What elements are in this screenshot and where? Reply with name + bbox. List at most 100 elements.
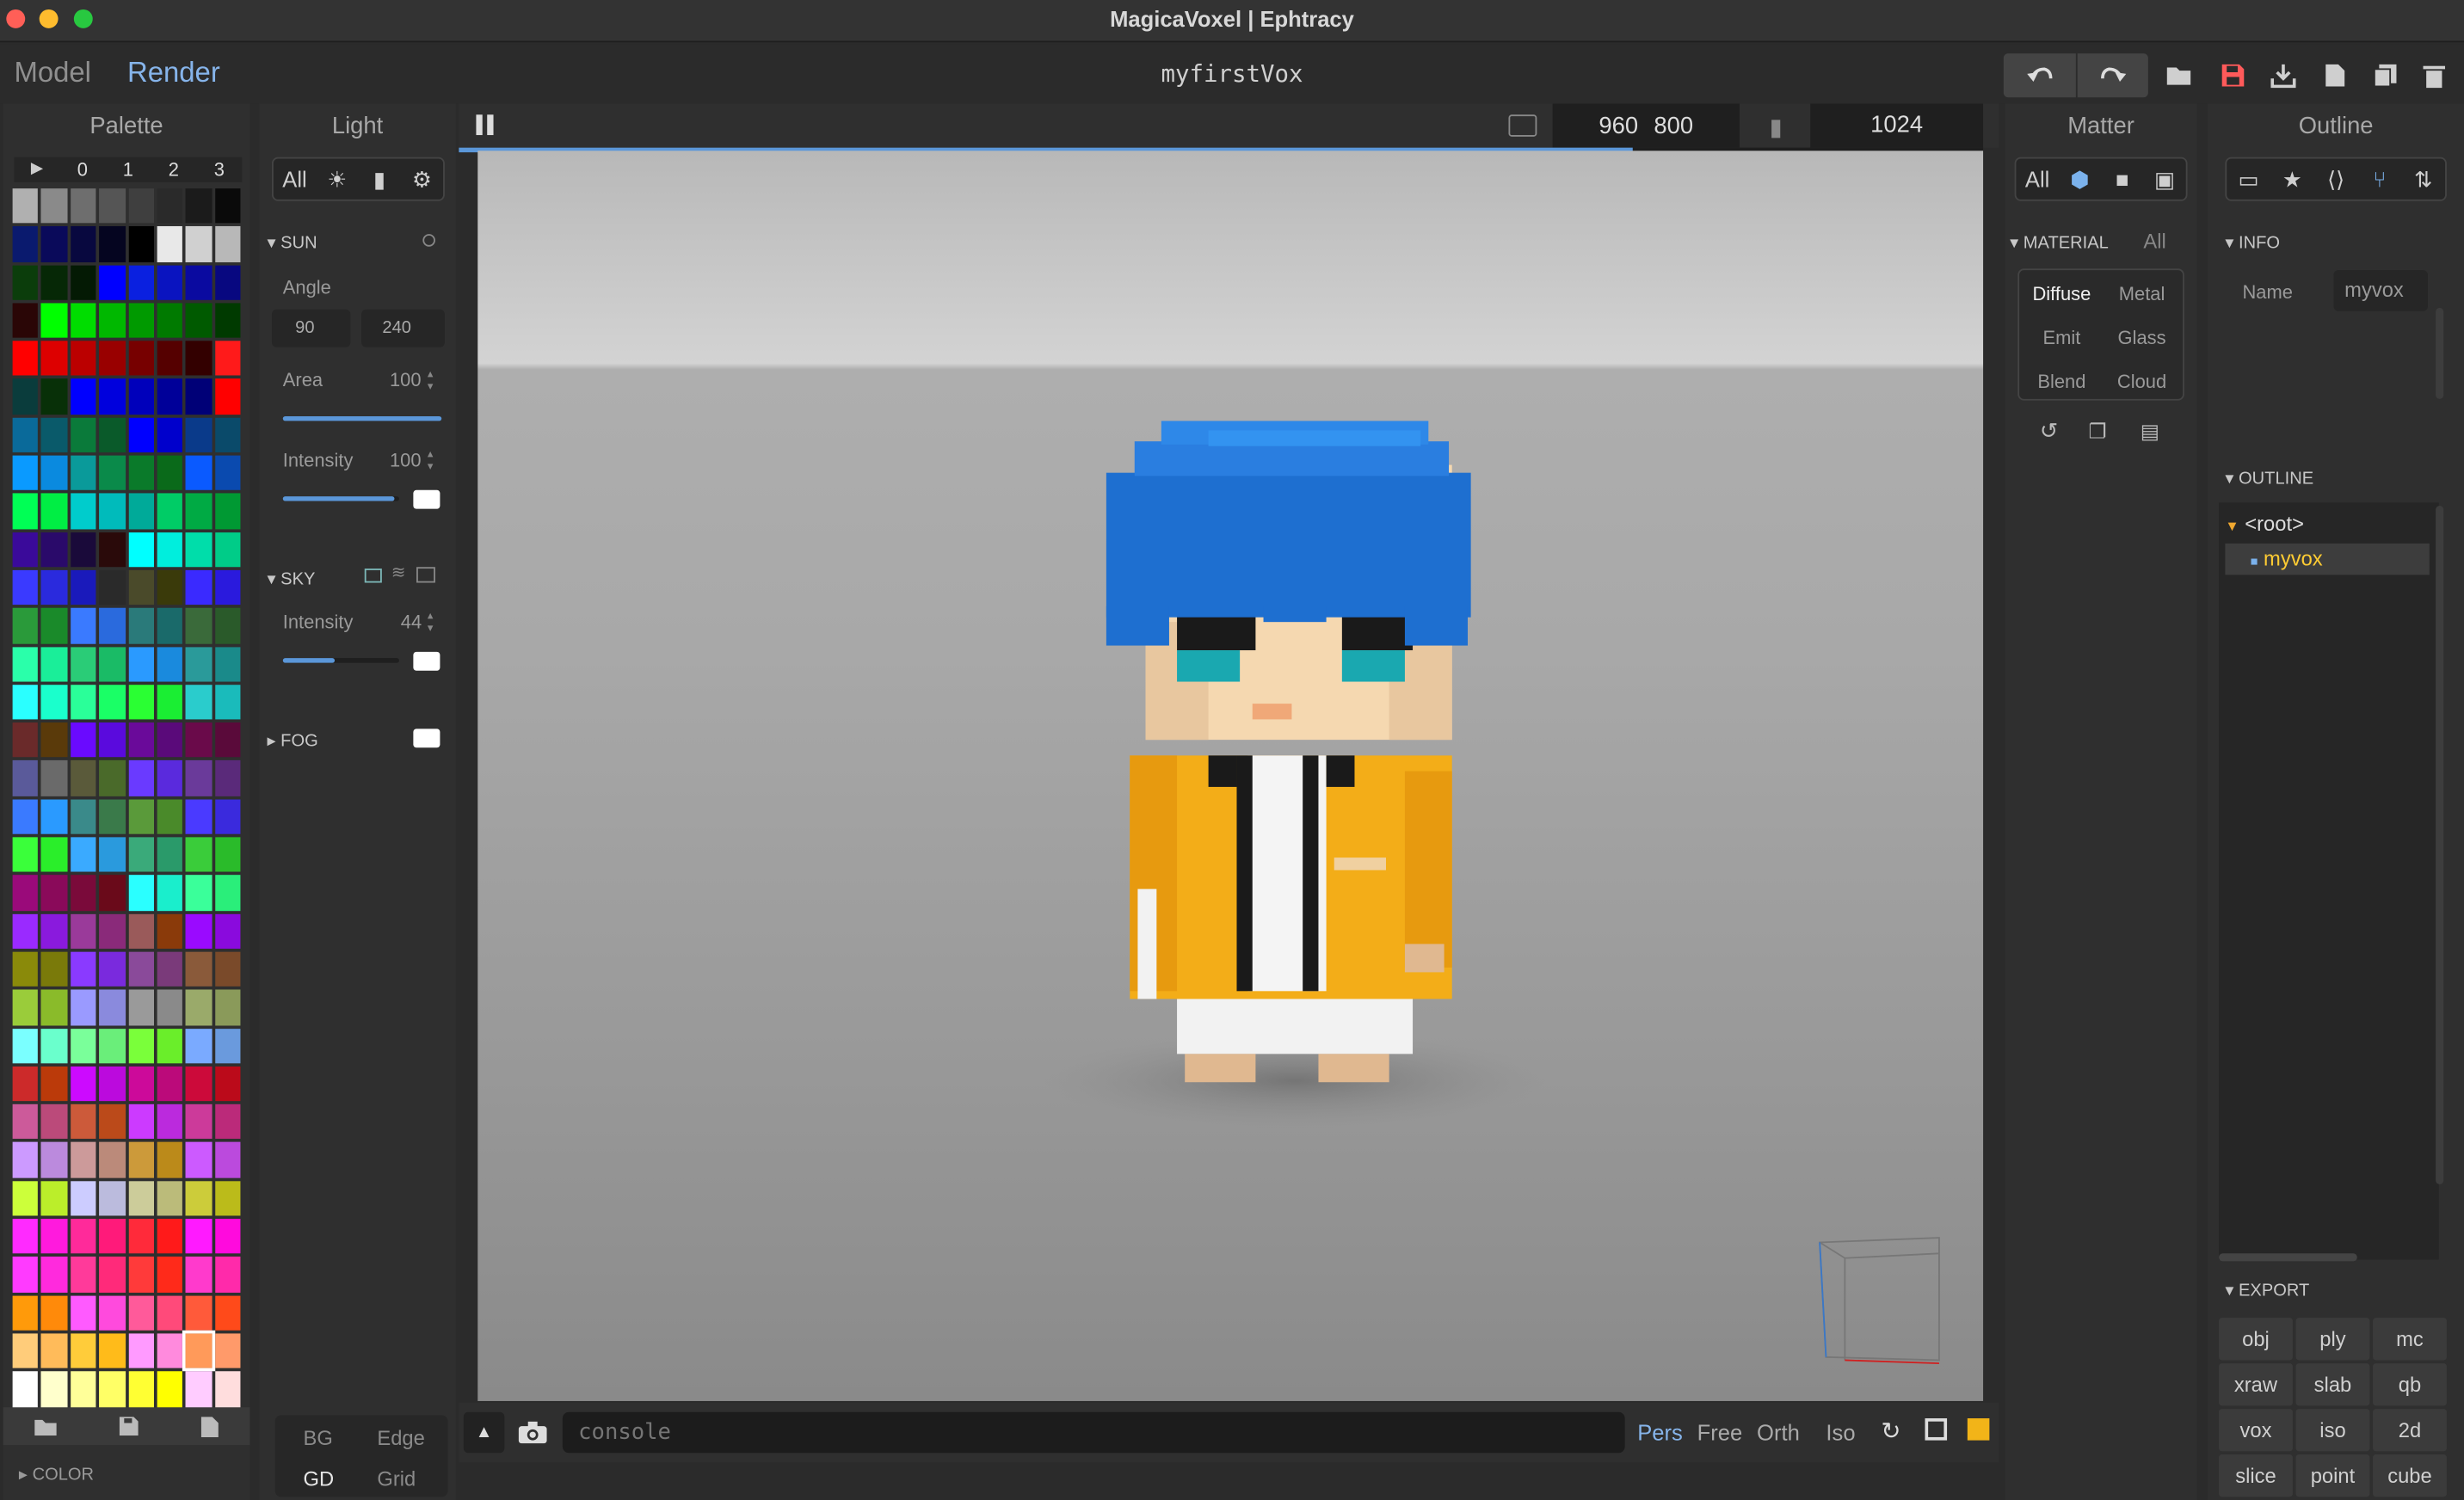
render-width-value[interactable]: 960 xyxy=(1599,113,1638,139)
close-window-button[interactable] xyxy=(6,9,26,28)
palette-tab-3[interactable]: 3 xyxy=(196,157,242,182)
palette-swatch[interactable] xyxy=(41,1294,68,1331)
frame-view-icon[interactable] xyxy=(1925,1418,1948,1441)
palette-swatch[interactable] xyxy=(12,1219,39,1254)
palette-swatch[interactable] xyxy=(127,532,154,568)
palette-swatch[interactable] xyxy=(70,875,96,911)
palette-swatch[interactable] xyxy=(41,722,68,759)
export-vox-button[interactable]: vox xyxy=(2219,1409,2293,1452)
palette-swatch[interactable] xyxy=(157,684,183,720)
palette-swatch[interactable] xyxy=(157,646,183,682)
palette-swatch[interactable] xyxy=(99,799,126,834)
palette-swatch[interactable] xyxy=(99,1371,126,1407)
name-field[interactable]: myvox xyxy=(2333,270,2428,311)
outline-sort-icon[interactable]: ⇅ xyxy=(2401,166,2445,193)
palette-swatch[interactable] xyxy=(41,1028,68,1064)
palette-swatch[interactable] xyxy=(70,1180,96,1216)
palette-swatch[interactable] xyxy=(185,264,212,300)
palette-swatch[interactable] xyxy=(12,1294,39,1331)
palette-swatch[interactable] xyxy=(41,341,68,377)
edge-toggle[interactable]: Edge xyxy=(377,1426,424,1449)
palette-swatch[interactable] xyxy=(99,455,126,491)
area-slider[interactable] xyxy=(282,415,442,421)
export-button[interactable] xyxy=(2266,53,2301,97)
palette-swatch[interactable] xyxy=(185,913,212,949)
palette-swatch[interactable] xyxy=(12,494,39,529)
palette-swatch[interactable] xyxy=(157,608,183,643)
palette-swatch[interactable] xyxy=(41,1257,68,1293)
palette-swatch[interactable] xyxy=(70,1257,96,1293)
sun-tab-icon[interactable]: ☀ xyxy=(316,166,358,193)
export-qb-button[interactable]: qb xyxy=(2373,1363,2447,1406)
palette-swatch[interactable] xyxy=(157,1371,183,1407)
palette-swatch[interactable] xyxy=(12,875,39,911)
palette-swatch[interactable] xyxy=(157,1142,183,1178)
palette-swatch[interactable] xyxy=(70,1333,96,1368)
new-file-button[interactable] xyxy=(2318,53,2352,97)
area-value[interactable]: 100 xyxy=(390,369,422,391)
undo-button[interactable] xyxy=(2003,53,2076,98)
palette-swatch[interactable] xyxy=(41,608,68,643)
sun-intensity-value[interactable]: 100 xyxy=(390,449,422,471)
palette-swatch[interactable] xyxy=(41,646,68,682)
palette-swatch[interactable] xyxy=(157,1257,183,1293)
palette-swatch[interactable] xyxy=(157,532,183,568)
save-button[interactable] xyxy=(2215,53,2250,97)
palette-swatch[interactable] xyxy=(214,378,241,415)
angle-field-1[interactable]: 90 xyxy=(271,309,351,347)
palette-swatch[interactable] xyxy=(157,378,183,415)
material-glass[interactable]: Glass xyxy=(2103,327,2181,349)
palette-swatch[interactable] xyxy=(214,799,241,834)
palette-swatch[interactable] xyxy=(12,722,39,759)
palette-swatch[interactable] xyxy=(127,303,154,338)
palette-swatch[interactable] xyxy=(157,1104,183,1140)
export-point-button[interactable]: point xyxy=(2295,1454,2370,1497)
palette-swatch[interactable] xyxy=(70,494,96,529)
material-blend[interactable]: Blend xyxy=(2023,371,2101,393)
grid-toggle[interactable]: Grid xyxy=(377,1467,416,1491)
palette-swatch[interactable] xyxy=(157,1333,183,1368)
palette-swatch[interactable] xyxy=(12,837,39,873)
palette-swatch[interactable] xyxy=(157,1028,183,1064)
palette-swatch[interactable] xyxy=(127,1371,154,1407)
view-pers[interactable]: Pers xyxy=(1637,1420,1683,1445)
palette-swatch[interactable] xyxy=(41,875,68,911)
palette-swatch[interactable] xyxy=(127,1219,154,1254)
palette-swatch[interactable] xyxy=(41,264,68,300)
palette-swatch[interactable] xyxy=(157,760,183,796)
palette-swatch[interactable] xyxy=(70,837,96,873)
palette-swatch[interactable] xyxy=(12,1028,39,1064)
matter-image-icon[interactable]: ▣ xyxy=(2143,166,2185,193)
save-icon[interactable] xyxy=(119,1417,139,1436)
palette-swatch[interactable] xyxy=(185,1257,212,1293)
light-tab-all[interactable]: All xyxy=(274,167,316,192)
palette-swatch[interactable] xyxy=(12,646,39,682)
export-ply-button[interactable]: ply xyxy=(2295,1318,2370,1361)
palette-swatch[interactable] xyxy=(157,799,183,834)
palette-swatch[interactable] xyxy=(185,646,212,682)
palette-play-icon[interactable]: ▶ xyxy=(14,157,59,182)
outline-folder-icon[interactable]: ▭ xyxy=(2227,166,2270,193)
palette-swatch[interactable] xyxy=(99,951,126,987)
palette-swatch[interactable] xyxy=(99,989,126,1025)
palette-swatch[interactable] xyxy=(157,951,183,987)
palette-swatch[interactable] xyxy=(70,722,96,759)
palette-swatch[interactable] xyxy=(185,188,212,224)
palette-swatch[interactable] xyxy=(12,226,39,262)
palette-swatch[interactable] xyxy=(214,913,241,949)
palette-swatch[interactable] xyxy=(99,646,126,682)
cube-view-icon[interactable] xyxy=(1967,1418,1990,1441)
palette-swatch[interactable] xyxy=(185,494,212,529)
palette-tab-0[interactable]: 0 xyxy=(59,157,105,182)
settings-tab-icon[interactable]: ⚙ xyxy=(401,166,443,193)
palette-swatch[interactable] xyxy=(157,226,183,262)
pause-icon[interactable] xyxy=(476,114,483,136)
palette-swatch[interactable] xyxy=(214,951,241,987)
palette-swatch[interactable] xyxy=(214,1028,241,1064)
palette-swatch[interactable] xyxy=(41,226,68,262)
palette-swatch[interactable] xyxy=(12,760,39,796)
palette-swatch[interactable] xyxy=(99,760,126,796)
palette-swatch[interactable] xyxy=(99,569,126,606)
palette-swatch[interactable] xyxy=(157,1294,183,1331)
outline-scrollbar[interactable] xyxy=(2436,506,2444,1184)
